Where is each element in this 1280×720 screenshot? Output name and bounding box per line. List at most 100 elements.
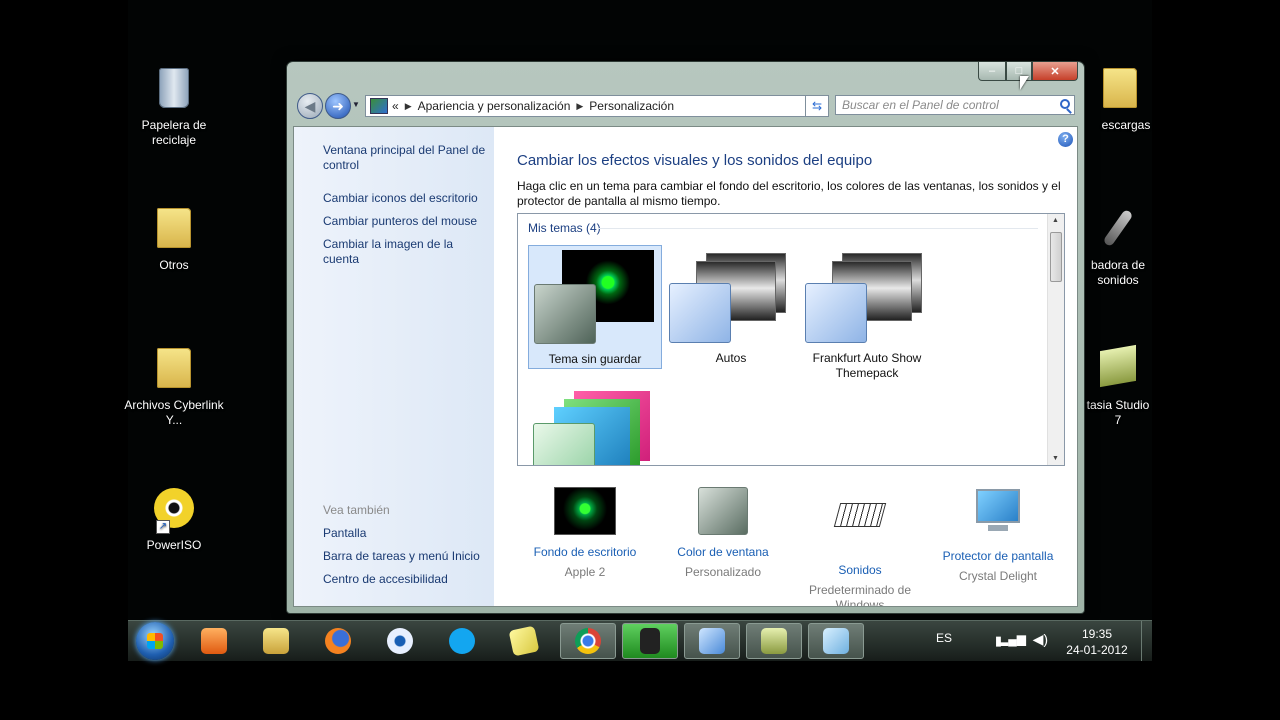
desktop-background-icon [554, 487, 616, 535]
network-icon[interactable]: ▂▄▆ [999, 632, 1026, 646]
search-icon[interactable] [1060, 99, 1070, 109]
explorer-icon [263, 628, 289, 654]
taskbar-control-panel[interactable] [684, 623, 740, 659]
window-color-link[interactable]: Color de ventana [653, 545, 793, 560]
themes-list: Mis temas (4) Tema sin guardar Autos Fra… [517, 213, 1065, 466]
sidebar-link-display[interactable]: Pantalla [323, 526, 488, 541]
window-color-value: Personalizado [684, 565, 762, 579]
breadcrumb-personalizacion[interactable]: Personalización [589, 99, 674, 113]
taskbar-notepad[interactable] [808, 623, 864, 659]
volume-icon[interactable]: ◀) [1033, 631, 1048, 648]
poweriso-icon: ↗ [154, 488, 194, 534]
history-dropdown-icon[interactable]: ▼ [352, 100, 360, 109]
back-arrow-icon: ◀ [304, 97, 316, 114]
show-desktop-button[interactable] [1141, 621, 1152, 661]
scroll-up-icon[interactable]: ▲ [1052, 217, 1059, 224]
taskbar: ES ▮ ▂▄▆ ◀) 19:35 24-01-2012 [128, 620, 1152, 661]
forward-button[interactable]: ➜ [325, 93, 351, 119]
taskbar-sticky-notes[interactable] [496, 623, 552, 659]
screensaver-link[interactable]: Protector de pantalla [928, 549, 1068, 564]
scrollbar-thumb[interactable] [1050, 232, 1062, 282]
forward-arrow-icon: ➜ [332, 97, 344, 114]
sounds-link[interactable]: Sonidos [790, 563, 930, 578]
desktop-icon-label: Otros [159, 258, 189, 272]
sounds-icon [830, 503, 890, 553]
language-indicator[interactable]: ES [936, 631, 952, 645]
personalization-window: – □ ✕ ◀ ➜ ▼ « ▶ Apariencia y personaliza… [286, 61, 1085, 614]
firefox-icon [325, 628, 351, 654]
sidebar-link-accessibility[interactable]: Centro de accesibilidad [323, 572, 488, 587]
taskbar-explorer[interactable] [248, 623, 304, 659]
search-box[interactable] [835, 95, 1075, 115]
page-description: Haga clic en un tema para cambiar el fon… [517, 179, 1061, 208]
mouse-cursor [1020, 76, 1029, 90]
desktop-icon-otros[interactable]: Otros [124, 208, 224, 273]
theme-color-preview [805, 283, 867, 343]
theme-item-tema-sin-guardar[interactable]: Tema sin guardar [528, 245, 662, 369]
skype-icon [449, 628, 475, 654]
folder-icon [1100, 68, 1140, 112]
control-panel-icon [370, 98, 388, 114]
breadcrumb-separator-icon: ▶ [576, 100, 584, 111]
taskbar-camtasia-recorder[interactable] [622, 623, 678, 659]
sidebar: Ventana principal del Panel de control C… [294, 127, 494, 606]
navigation-bar: ◀ ➜ ▼ « ▶ Apariencia y personalización ▶… [295, 93, 1076, 119]
control-panel-icon [699, 628, 725, 654]
clock[interactable]: 19:35 24-01-2012 [1062, 626, 1132, 658]
page-title: Cambiar los efectos visuales y los sonid… [517, 152, 873, 169]
desktop-icon-recycle-bin[interactable]: Papelera de reciclaje [124, 68, 224, 148]
theme-color-preview [534, 284, 596, 344]
folder-icon [154, 208, 194, 252]
window-color-setting[interactable]: Color de ventana Personalizado [653, 487, 793, 580]
recycle-bin-icon [154, 68, 194, 112]
theme-item-autos[interactable]: Autos [664, 245, 798, 369]
desktop-icon-label: Archivos Cyberlink Y... [124, 398, 224, 427]
start-button[interactable] [136, 622, 174, 660]
screensaver-value: Crystal Delight [958, 569, 1038, 583]
taskbar-skype[interactable] [434, 623, 490, 659]
shortcut-arrow-icon: ↗ [156, 520, 170, 534]
sounds-setting[interactable]: Sonidos Predeterminado de Windows [790, 487, 930, 606]
desktop-background-link[interactable]: Fondo de escritorio [515, 545, 655, 560]
taskbar-media-player[interactable] [186, 623, 242, 659]
theme-color-preview [533, 423, 595, 465]
scroll-down-icon[interactable]: ▼ [1052, 455, 1059, 462]
camtasia-icon [1098, 344, 1138, 392]
sidebar-link-control-panel-home[interactable]: Ventana principal del Panel de control [323, 143, 488, 173]
sidebar-link-desktop-icons[interactable]: Cambiar iconos del escritorio [323, 191, 488, 206]
notepad-icon [823, 628, 849, 654]
taskbar-firefox[interactable] [310, 623, 366, 659]
theme-item-4[interactable] [528, 385, 662, 465]
address-bar[interactable]: « ▶ Apariencia y personalización ▶ Perso… [365, 95, 827, 117]
themes-scrollbar[interactable]: ▲ ▼ [1047, 214, 1064, 465]
search-input[interactable] [836, 96, 1058, 114]
minimize-button[interactable]: – [978, 62, 1006, 81]
taskbar-chrome[interactable] [560, 623, 616, 659]
sidebar-link-mouse-pointers[interactable]: Cambiar punteros del mouse [323, 214, 488, 229]
sidebar-link-taskbar[interactable]: Barra de tareas y menú Inicio [323, 549, 488, 564]
taskbar-itunes[interactable] [372, 623, 428, 659]
theme-name: Tema sin guardar [548, 352, 642, 366]
theme-color-preview [669, 283, 731, 343]
clock-date: 24-01-2012 [1066, 643, 1128, 657]
sticky-notes-icon [508, 625, 540, 657]
back-button[interactable]: ◀ [297, 93, 323, 119]
screensaver-icon [968, 489, 1028, 539]
desktop-background-value: Apple 2 [564, 565, 606, 579]
refresh-button[interactable]: ⇆ [805, 95, 829, 117]
taskbar-camtasia-studio[interactable] [746, 623, 802, 659]
screensaver-setting[interactable]: Protector de pantalla Crystal Delight [928, 487, 1068, 584]
desktop-icon-cyberlink[interactable]: Archivos Cyberlink Y... [124, 348, 224, 428]
close-button[interactable]: ✕ [1032, 62, 1078, 81]
see-also-heading: Vea también [323, 503, 390, 517]
breadcrumb-overflow[interactable]: « [392, 99, 399, 113]
desktop-background-setting[interactable]: Fondo de escritorio Apple 2 [515, 487, 655, 580]
window-color-icon [698, 487, 748, 535]
help-button[interactable]: ? [1058, 132, 1073, 147]
desktop-icon-label: PowerISO [146, 538, 202, 552]
breadcrumb-apariencia[interactable]: Apariencia y personalización [418, 99, 571, 113]
itunes-icon [387, 628, 413, 654]
sidebar-link-account-picture[interactable]: Cambiar la imagen de la cuenta [323, 237, 488, 267]
desktop-icon-poweriso[interactable]: ↗ PowerISO [124, 488, 224, 553]
theme-item-frankfurt[interactable]: Frankfurt Auto Show Themepack [800, 245, 934, 380]
